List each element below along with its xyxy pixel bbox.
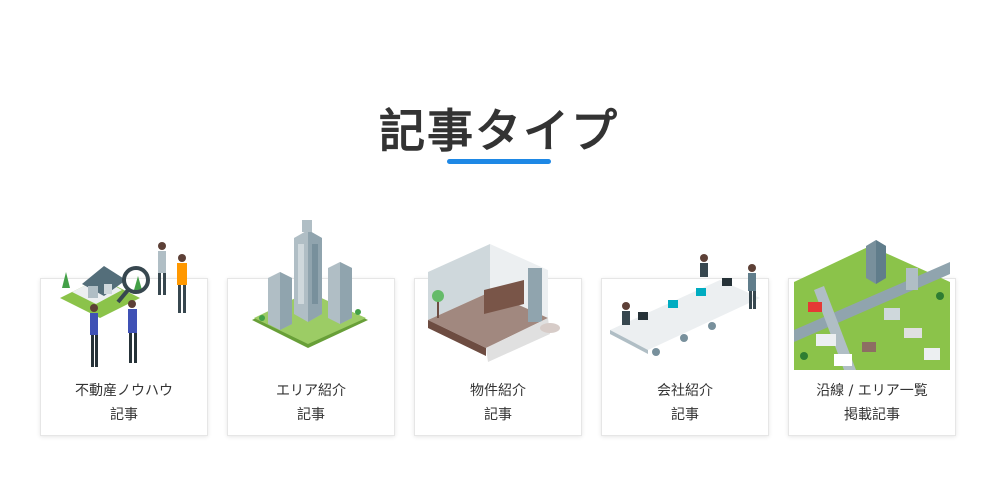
card-label: 不動産ノウハウ 記事 xyxy=(75,383,173,423)
real-estate-knowhow-illustration xyxy=(52,236,202,372)
room-interior-illustration xyxy=(428,244,570,364)
card-label: 会社紹介 記事 xyxy=(657,383,713,423)
card-label: 物件紹介 記事 xyxy=(470,383,526,423)
card-label: エリア紹介 記事 xyxy=(276,383,346,423)
title-underline xyxy=(447,159,551,164)
area-buildings-illustration xyxy=(250,220,370,352)
city-map-illustration xyxy=(794,238,950,370)
section-title: 記事タイプ xyxy=(379,103,619,158)
card-label: 沿線 / エリア一覧 掲載記事 xyxy=(816,383,928,423)
office-illustration xyxy=(608,250,762,368)
